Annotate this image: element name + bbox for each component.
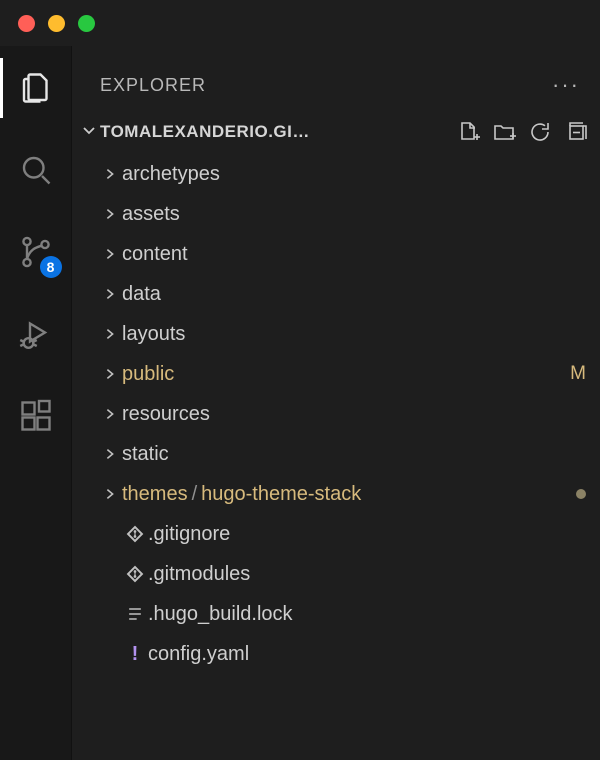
folder-label: layouts	[122, 323, 562, 346]
chevron-right-icon	[98, 207, 122, 221]
explorer-sidebar: EXPLORER ··· TOMALEXANDERIO.GI…	[72, 46, 600, 760]
window-controls	[18, 15, 95, 32]
chevron-right-icon	[98, 367, 122, 381]
chevron-right-icon	[98, 167, 122, 181]
project-name: TOMALEXANDERIO.GI…	[100, 122, 310, 142]
project-section-header[interactable]: TOMALEXANDERIO.GI…	[72, 112, 600, 152]
sidebar-title: EXPLORER	[100, 75, 206, 96]
activity-search[interactable]	[0, 146, 72, 194]
refresh-button[interactable]	[526, 118, 554, 146]
chevron-right-icon	[98, 287, 122, 301]
folder-resources[interactable]: resources	[72, 394, 600, 434]
file--hugo_build-lock[interactable]: .hugo_build.lock	[72, 594, 600, 634]
debug-icon	[18, 316, 54, 352]
extensions-icon	[18, 398, 54, 434]
folder-label: static	[122, 443, 562, 466]
file--gitignore[interactable]: .gitignore	[72, 514, 600, 554]
yaml-file-icon: !	[122, 643, 148, 666]
activity-bar: 8	[0, 46, 72, 760]
new-file-button[interactable]	[454, 118, 482, 146]
file-tree: archetypes assets content data layouts public…	[72, 152, 600, 674]
folder-label: themes/hugo-theme-stack	[122, 483, 562, 506]
chevron-right-icon	[98, 247, 122, 261]
git-file-icon	[122, 564, 148, 584]
activity-extensions[interactable]	[0, 392, 72, 440]
folder-content[interactable]: content	[72, 234, 600, 274]
explorer-more-button[interactable]: ···	[550, 68, 582, 102]
file-config-yaml[interactable]: !config.yaml	[72, 634, 600, 674]
folder-label: archetypes	[122, 163, 562, 186]
chevron-right-icon	[98, 407, 122, 421]
folder-public[interactable]: publicM	[72, 354, 600, 394]
text-file-icon	[122, 604, 148, 624]
new-folder-button[interactable]	[490, 118, 518, 146]
chevron-right-icon	[98, 327, 122, 341]
folder-label: public	[122, 363, 562, 386]
folder-themes[interactable]: themes/hugo-theme-stack	[72, 474, 600, 514]
git-status: M	[562, 363, 586, 385]
files-icon	[18, 70, 54, 106]
maximize-window-button[interactable]	[78, 15, 95, 32]
folder-label: content	[122, 243, 562, 266]
folder-label: data	[122, 283, 562, 306]
git-file-icon	[122, 524, 148, 544]
file-label: .gitmodules	[148, 563, 586, 586]
activity-run-debug[interactable]	[0, 310, 72, 358]
search-icon	[18, 152, 54, 188]
folder-static[interactable]: static	[72, 434, 600, 474]
folder-assets[interactable]: assets	[72, 194, 600, 234]
file-label: .gitignore	[148, 523, 586, 546]
activity-source-control[interactable]: 8	[0, 228, 72, 276]
folder-label: assets	[122, 203, 562, 226]
activity-explorer[interactable]	[0, 64, 72, 112]
file-label: config.yaml	[148, 643, 586, 666]
scm-badge: 8	[40, 256, 62, 278]
titlebar	[0, 0, 600, 46]
file--gitmodules[interactable]: .gitmodules	[72, 554, 600, 594]
folder-data[interactable]: data	[72, 274, 600, 314]
file-label: .hugo_build.lock	[148, 603, 586, 626]
collapse-all-button[interactable]	[562, 118, 590, 146]
folder-archetypes[interactable]: archetypes	[72, 154, 600, 194]
chevron-down-icon	[78, 122, 100, 143]
chevron-right-icon	[98, 447, 122, 461]
folder-label: resources	[122, 403, 562, 426]
git-status	[562, 483, 586, 505]
chevron-right-icon	[98, 487, 122, 501]
folder-layouts[interactable]: layouts	[72, 314, 600, 354]
close-window-button[interactable]	[18, 15, 35, 32]
minimize-window-button[interactable]	[48, 15, 65, 32]
